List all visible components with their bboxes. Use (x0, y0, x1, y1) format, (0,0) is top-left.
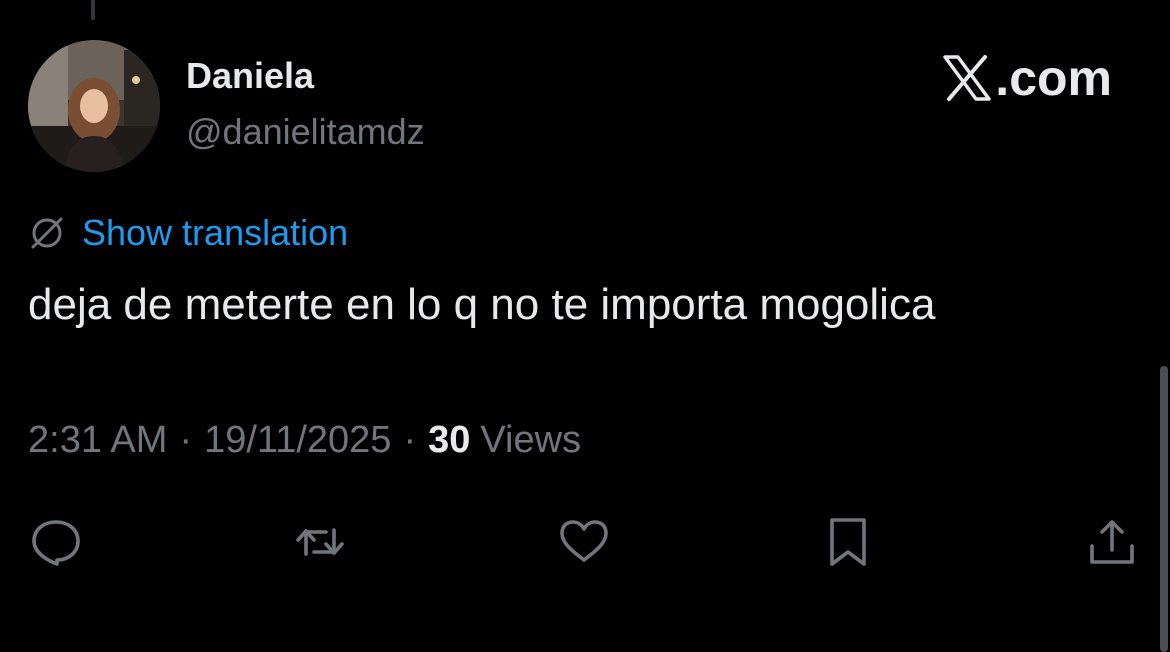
views-count: 30 (428, 419, 471, 461)
tweet-text: deja de meterte en lo q no te importa mo… (28, 280, 936, 329)
bookmark-icon (830, 518, 866, 566)
author-name[interactable]: Daniela (186, 54, 314, 98)
share-button[interactable] (1080, 510, 1144, 574)
action-bar (24, 510, 1144, 574)
tweet-time[interactable]: 2:31 AM (28, 416, 167, 464)
scrollbar[interactable] (1160, 366, 1168, 652)
avatar-photo (28, 40, 160, 172)
show-translation-label[interactable]: Show translation (82, 210, 348, 256)
views-label: Views (480, 419, 582, 461)
reply-icon (32, 520, 80, 566)
tweet-date[interactable]: 19/11/2025 (204, 416, 391, 464)
show-translation-link[interactable]: Show translation (28, 210, 348, 256)
meta-separator: · (403, 419, 417, 461)
brand-suffix: .com (995, 50, 1112, 106)
retweet-icon (296, 528, 344, 556)
share-icon (1090, 520, 1134, 564)
reply-button[interactable] (24, 510, 88, 574)
globe-translate-icon (31, 217, 63, 249)
tweet-meta: 2:31 AM · 19/11/2025 · 30 Views (28, 416, 581, 464)
brand-logo: .com (943, 50, 1112, 106)
meta-separator: · (179, 419, 193, 461)
avatar[interactable] (28, 40, 160, 172)
x-logo-icon (943, 55, 992, 101)
thread-connector-line (91, 0, 95, 20)
retweet-button[interactable] (288, 510, 352, 574)
like-button[interactable] (552, 510, 616, 574)
heart-icon (560, 520, 608, 562)
bookmark-button[interactable] (816, 510, 880, 574)
author-handle[interactable]: @danielitamdz (186, 110, 425, 154)
